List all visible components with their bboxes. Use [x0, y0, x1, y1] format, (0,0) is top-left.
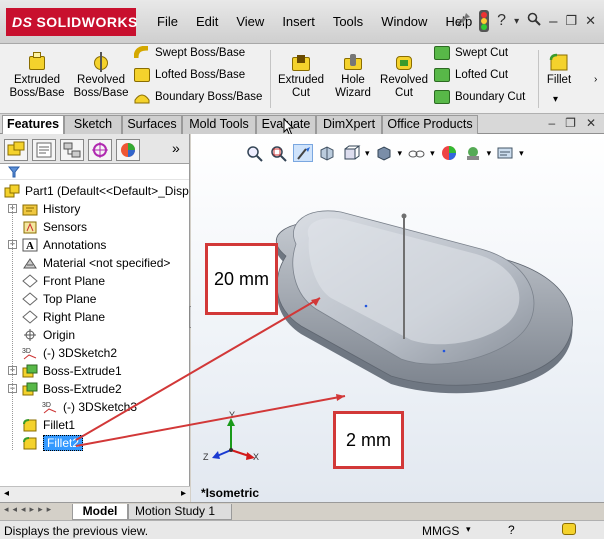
units-dropdown-icon[interactable]: ▾: [466, 524, 471, 535]
callout-2mm: 2 mm: [333, 411, 404, 469]
tab-model[interactable]: Model: [72, 504, 128, 520]
model-tabs: ◂◂◂▸▸▸ Model Motion Study 1: [0, 502, 604, 520]
callout-20mm: 20 mm: [205, 243, 278, 315]
units-indicator[interactable]: MMGS: [422, 524, 459, 538]
tab-motion-study[interactable]: Motion Study 1: [128, 504, 232, 520]
tab-nav-icons[interactable]: ◂◂◂▸▸▸: [4, 504, 55, 515]
callout-leaders: [75, 297, 346, 447]
rebuild-icon[interactable]: [562, 523, 576, 535]
help-icon[interactable]: ?: [508, 523, 515, 537]
status-message: Displays the previous view.: [4, 524, 149, 538]
solidworks-window: DS SOLIDWORKS File Edit View Insert Tool…: [0, 0, 604, 539]
status-bar: Displays the previous view. MMGS ▾ ?: [0, 520, 604, 539]
